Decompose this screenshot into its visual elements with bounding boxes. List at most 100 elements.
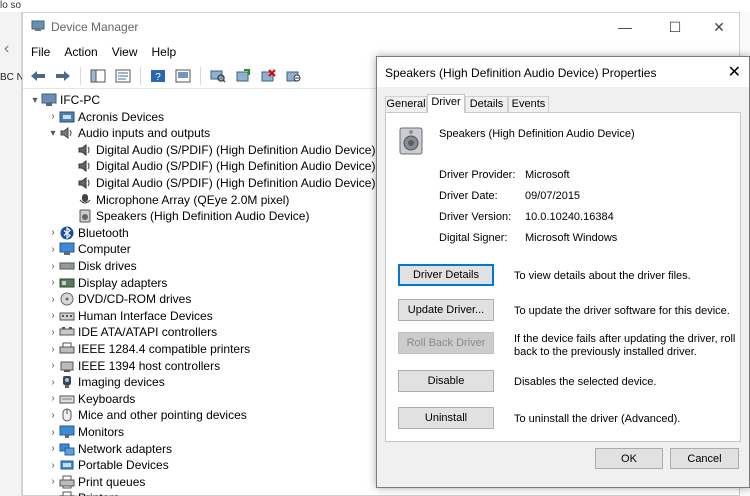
expand-chevron-icon[interactable]: › xyxy=(47,407,59,423)
tree-device-item[interactable]: Digital Audio (S/PDIF) (High Definition … xyxy=(65,142,375,158)
expand-chevron-icon[interactable]: › xyxy=(47,358,59,374)
tab-details[interactable]: Details xyxy=(465,96,508,112)
tree-category-item[interactable]: › Print queues xyxy=(47,474,145,490)
tree-item-label: Microphone Array (QEye 2.0M pixel) xyxy=(96,192,290,207)
expand-chevron-icon[interactable]: › xyxy=(47,374,59,390)
tree-item-label: IDE ATA/ATAPI controllers xyxy=(78,325,218,340)
toolbar-separator xyxy=(80,66,81,85)
show-hide-console-tree-icon[interactable] xyxy=(87,66,109,86)
expand-chevron-icon[interactable]: › xyxy=(47,241,59,257)
collapse-chevron-icon[interactable]: ▾ xyxy=(47,125,59,141)
tree-category-item[interactable]: › Bluetooth xyxy=(47,225,128,241)
expand-chevron-icon[interactable]: › xyxy=(47,258,59,274)
tree-item-label: IEEE 1284.4 compatible printers xyxy=(78,342,251,356)
disable-button[interactable]: Disable xyxy=(398,370,494,392)
expand-chevron-icon[interactable]: › xyxy=(47,457,59,473)
scan-hardware-icon[interactable] xyxy=(207,66,229,86)
dialog-close-button[interactable]: ✕ xyxy=(728,62,741,82)
background-text-fragment-left: BC N xyxy=(0,72,24,83)
update-driver-icon[interactable] xyxy=(232,66,254,86)
disable-icon[interactable] xyxy=(282,66,304,86)
tree-category-item[interactable]: › Imaging devices xyxy=(47,374,165,390)
tree-category-item[interactable]: › IEEE 1394 host controllers xyxy=(47,358,220,374)
background-text-fragment: lo so xyxy=(0,0,22,11)
maximize-button[interactable]: ☐ xyxy=(653,15,697,39)
tab-driver[interactable]: Driver xyxy=(427,94,465,113)
expand-chevron-icon[interactable]: › xyxy=(47,275,59,291)
tree-category-item[interactable]: › Printers xyxy=(47,490,119,496)
menu-action[interactable]: Action xyxy=(64,45,97,59)
uninstall-icon[interactable] xyxy=(257,66,279,86)
tree-category-item[interactable]: › IEEE 1284.4 compatible printers xyxy=(47,341,250,357)
expand-chevron-icon[interactable]: › xyxy=(47,308,59,324)
ok-button[interactable]: OK xyxy=(595,448,663,469)
update-driver-description: To update the driver software for this d… xyxy=(514,305,730,317)
disk-icon xyxy=(59,262,75,270)
tree-category-item[interactable]: › Computer xyxy=(47,241,130,257)
printer-icon xyxy=(59,491,75,496)
minimize-button[interactable]: — xyxy=(603,15,647,39)
tab-events[interactable]: Events xyxy=(508,96,549,112)
printer-port-icon xyxy=(59,342,75,354)
back-icon[interactable] xyxy=(27,66,49,86)
expand-chevron-icon[interactable]: › xyxy=(47,490,59,496)
tree-item-label: Disk drives xyxy=(78,259,137,273)
console-icon[interactable] xyxy=(172,66,194,86)
tree-category-item[interactable]: › Display adapters xyxy=(47,275,167,291)
menu-file[interactable]: File xyxy=(31,45,50,59)
tree-item-label: Portable Devices xyxy=(78,458,169,473)
expand-chevron-icon[interactable]: › xyxy=(47,225,59,241)
tree-device-item[interactable]: Digital Audio (S/PDIF) (High Definition … xyxy=(65,175,375,191)
tree-category-item[interactable]: › Monitors xyxy=(47,424,124,440)
roll-back-driver-button[interactable]: Roll Back Driver xyxy=(398,332,494,354)
properties-icon[interactable] xyxy=(112,66,134,86)
computer-icon xyxy=(41,93,57,106)
menu-help[interactable]: Help xyxy=(152,45,177,59)
tree-item-label: Print queues xyxy=(78,474,146,489)
expand-chevron-icon[interactable]: › xyxy=(47,109,59,125)
tree-category-item[interactable]: › Human Interface Devices xyxy=(47,308,212,324)
uninstall-button[interactable]: Uninstall xyxy=(398,407,494,429)
expand-chevron-icon[interactable]: › xyxy=(47,474,59,490)
tree-device-item[interactable]: Digital Audio (S/PDIF) (High Definition … xyxy=(65,158,375,174)
close-window-button[interactable]: ✕ xyxy=(697,15,741,39)
tree-category-item[interactable]: › DVD/CD-ROM drives xyxy=(47,291,191,307)
tree-device-item[interactable]: Microphone Array (QEye 2.0M pixel) xyxy=(65,192,289,208)
tree-category-item[interactable]: ▾ Audio inputs and outputs xyxy=(47,125,210,141)
tree-device-item[interactable]: Speakers (High Definition Audio Device) xyxy=(65,208,309,224)
hid-icon xyxy=(59,312,75,321)
cancel-button[interactable]: Cancel xyxy=(670,448,739,469)
tree-category-item[interactable]: › Acronis Devices xyxy=(47,109,164,125)
expand-chevron-icon[interactable]: › xyxy=(47,424,59,440)
tree-category-item[interactable]: › Mice and other pointing devices xyxy=(47,407,246,423)
update-driver-button[interactable]: Update Driver... xyxy=(398,299,494,321)
help-icon[interactable]: ? xyxy=(147,66,169,86)
digital-signer-value: Microsoft Windows xyxy=(525,232,618,244)
tree-category-item[interactable]: › Keyboards xyxy=(47,391,135,407)
tree-category-item[interactable]: › IDE ATA/ATAPI controllers xyxy=(47,324,217,340)
forward-icon[interactable] xyxy=(52,66,74,86)
expand-chevron-icon[interactable]: › xyxy=(47,441,59,457)
driver-tab-panel: Speakers (High Definition Audio Device) … xyxy=(385,112,741,442)
monitor-icon xyxy=(59,425,75,438)
expand-chevron-icon[interactable]: › xyxy=(47,391,59,407)
tab-general[interactable]: General xyxy=(385,96,427,112)
title-bar[interactable]: Device Manager — ☐ ✕ xyxy=(23,13,739,41)
menu-view[interactable]: View xyxy=(112,45,138,59)
expand-chevron-icon[interactable]: › xyxy=(47,324,59,340)
driver-details-description: To view details about the driver files. xyxy=(514,270,691,282)
tree-category-item[interactable]: › Network adapters xyxy=(47,441,172,457)
print-queue-icon xyxy=(59,475,75,489)
driver-details-button[interactable]: Driver Details xyxy=(398,264,494,286)
tree-category-item[interactable]: › Disk drives xyxy=(47,258,137,274)
driver-provider-label: Driver Provider: xyxy=(439,169,516,181)
tree-item-label: Imaging devices xyxy=(78,375,165,390)
display-adapter-icon xyxy=(59,278,75,288)
collapse-chevron-icon[interactable]: ▾ xyxy=(29,92,41,108)
expand-chevron-icon[interactable]: › xyxy=(47,341,59,357)
dialog-title-bar[interactable]: Speakers (High Definition Audio Device) … xyxy=(377,57,749,87)
tree-category-item[interactable]: › Portable Devices xyxy=(47,457,169,473)
tree-root[interactable]: ▾ IFC-PC xyxy=(29,92,100,108)
expand-chevron-icon[interactable]: › xyxy=(47,291,59,307)
